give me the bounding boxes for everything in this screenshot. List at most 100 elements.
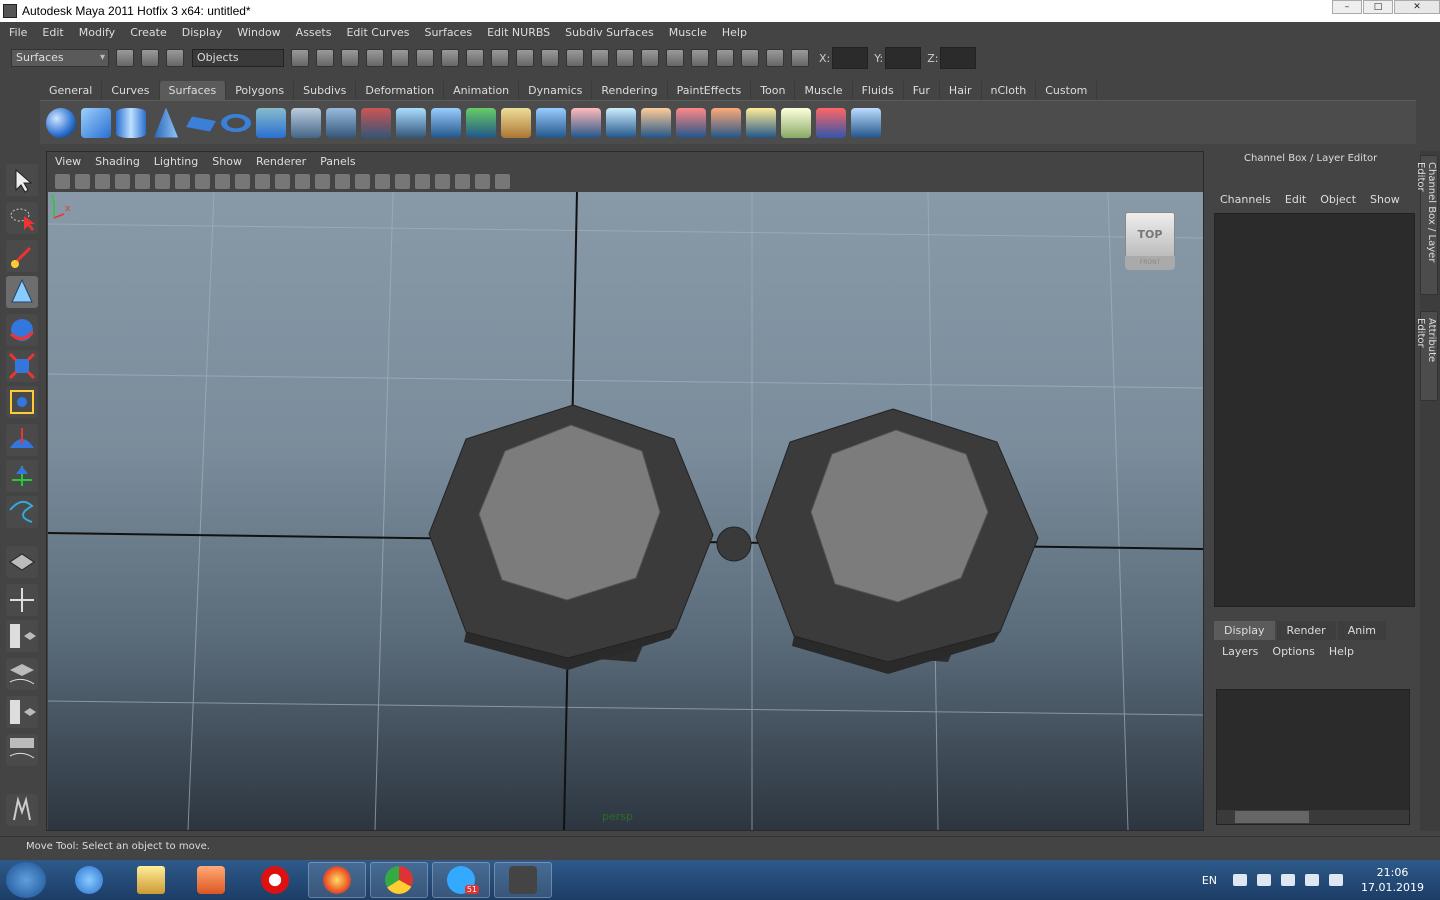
hypershade-icon[interactable]	[691, 49, 709, 67]
snap-grid-icon[interactable]	[366, 49, 384, 67]
untrim-icon[interactable]	[606, 107, 636, 138]
magnet-icon[interactable]	[666, 49, 684, 67]
birail-icon[interactable]	[396, 107, 426, 138]
nurbs-sphere-icon[interactable]	[46, 107, 76, 138]
2d-pan-zoom-icon[interactable]	[135, 173, 150, 189]
graph-editor-icon[interactable]	[791, 49, 809, 67]
snap-surface-icon[interactable]	[466, 49, 484, 67]
high-quality-icon[interactable]	[415, 173, 430, 189]
perspective-viewport[interactable]: TOP FRONT y x persp	[48, 192, 1203, 830]
y-field[interactable]	[885, 47, 922, 69]
attribute-editor-icon[interactable]	[741, 49, 759, 67]
select-hierarchy-icon[interactable]	[291, 49, 309, 67]
align-surfaces-icon[interactable]	[746, 107, 776, 138]
planar-icon[interactable]	[326, 107, 356, 138]
shelf-tab-fur[interactable]: Fur	[904, 81, 940, 100]
open-scene-icon[interactable]	[141, 49, 159, 67]
nurbs-cone-icon[interactable]	[154, 107, 178, 138]
single-pane-layout-icon[interactable]	[6, 546, 38, 578]
start-button-icon[interactable]	[6, 862, 46, 898]
firefox-icon[interactable]	[308, 862, 366, 898]
shelf-tab-custom[interactable]: Custom	[1036, 81, 1098, 100]
layer-menu-options[interactable]: Options	[1272, 645, 1314, 658]
open-close-icon[interactable]	[781, 107, 811, 138]
universal-manipulator-icon[interactable]	[6, 386, 38, 418]
camera-select-icon[interactable]	[55, 173, 70, 189]
maximize-button[interactable]: □	[1363, 0, 1393, 14]
z-field[interactable]	[940, 47, 977, 69]
channel-menu-edit[interactable]: Edit	[1285, 193, 1306, 206]
menu-assets[interactable]: Assets	[296, 26, 332, 39]
network-icon[interactable]	[1281, 874, 1296, 886]
snap-point-icon[interactable]	[416, 49, 434, 67]
shelf-tab-ncloth[interactable]: nCloth	[982, 81, 1037, 100]
side-tab-channel-box[interactable]: Channel Box / Layer Editor	[1415, 155, 1438, 295]
help-question-icon[interactable]	[516, 49, 534, 67]
bevel-icon[interactable]	[501, 107, 531, 138]
curve-tool-icon[interactable]	[6, 496, 38, 528]
shelf-tab-general[interactable]: General	[40, 81, 103, 100]
channel-box-list[interactable]	[1214, 213, 1415, 607]
shelf-tab-painteffects[interactable]: PaintEffects	[668, 81, 752, 100]
selection-mode-dropdown[interactable]: Objects	[192, 49, 284, 67]
viewport-menu-view[interactable]: View	[55, 155, 81, 168]
internet-explorer-icon[interactable]	[60, 862, 118, 898]
menu-edit-curves[interactable]: Edit Curves	[346, 26, 409, 39]
viewport-menu-renderer[interactable]: Renderer	[256, 155, 306, 168]
viewport-menu-shading[interactable]: Shading	[95, 155, 140, 168]
minimize-button[interactable]: –	[1332, 0, 1362, 14]
clock[interactable]: 21:06 17.01.2019	[1361, 865, 1424, 895]
square-icon[interactable]	[466, 107, 496, 138]
outliner-icon[interactable]	[766, 49, 784, 67]
attach-surfaces-icon[interactable]	[676, 107, 706, 138]
image-plane-icon[interactable]	[115, 173, 130, 189]
input-ops-icon[interactable]	[566, 49, 584, 67]
snap-curve-icon[interactable]	[391, 49, 409, 67]
channel-menu-object[interactable]: Object	[1320, 193, 1356, 206]
nurbs-cube-icon[interactable]	[81, 107, 111, 138]
viewport-menu-lighting[interactable]: Lighting	[154, 155, 198, 168]
maya-logo-icon[interactable]	[6, 794, 38, 826]
ipr-render-icon[interactable]	[616, 49, 634, 67]
shelf-tab-subdivs[interactable]: Subdivs	[294, 81, 357, 100]
loft-icon[interactable]	[291, 107, 321, 138]
menu-set-dropdown[interactable]: Surfaces	[11, 49, 109, 67]
move-tool-icon[interactable]	[6, 276, 38, 308]
menu-help[interactable]: Help	[722, 26, 747, 39]
shelf-tab-surfaces[interactable]: Surfaces	[159, 81, 227, 100]
menu-window[interactable]: Window	[237, 26, 280, 39]
soft-mod-tool-icon[interactable]	[6, 424, 38, 456]
menu-create[interactable]: Create	[130, 26, 167, 39]
shelf-tab-animation[interactable]: Animation	[444, 81, 520, 100]
right-octagon-mesh[interactable]	[755, 408, 1039, 674]
project-curve-icon[interactable]	[536, 107, 566, 138]
hypershade-layout-icon[interactable]	[6, 696, 38, 728]
layer-list-scrollbar[interactable]	[1217, 810, 1409, 824]
nurbs-cylinder-icon[interactable]	[116, 107, 146, 138]
extrude-icon[interactable]	[361, 107, 391, 138]
snap-plane-icon[interactable]	[441, 49, 459, 67]
revolve-icon[interactable]	[256, 107, 286, 138]
menu-subdiv-surfaces[interactable]: Subdiv Surfaces	[565, 26, 654, 39]
shelf-tab-hair[interactable]: Hair	[940, 81, 982, 100]
left-octagon-mesh[interactable]	[428, 404, 714, 670]
view-cube-front[interactable]: FRONT	[1125, 256, 1175, 270]
gate-mask-icon[interactable]	[215, 173, 230, 189]
show-manipulator-icon[interactable]	[6, 460, 38, 492]
layer-menu-layers[interactable]: Layers	[1222, 645, 1258, 658]
shelf-tab-deformation[interactable]: Deformation	[356, 81, 445, 100]
trim-tool-icon[interactable]	[571, 107, 601, 138]
resolution-gate-icon[interactable]	[195, 173, 210, 189]
file-explorer-icon[interactable]	[122, 862, 180, 898]
film-gate-icon[interactable]	[175, 173, 190, 189]
paint-select-tool-icon[interactable]	[6, 240, 38, 272]
render-settings-icon[interactable]	[641, 49, 659, 67]
x-field[interactable]	[832, 47, 869, 69]
view-cube[interactable]: TOP FRONT	[1125, 212, 1177, 272]
grid-toggle-icon[interactable]	[155, 173, 170, 189]
menu-display[interactable]: Display	[182, 26, 223, 39]
save-scene-icon[interactable]	[166, 49, 184, 67]
language-indicator[interactable]: EN	[1202, 874, 1217, 887]
graph-layout-icon[interactable]	[6, 658, 38, 690]
xray-joints-icon[interactable]	[475, 173, 490, 189]
